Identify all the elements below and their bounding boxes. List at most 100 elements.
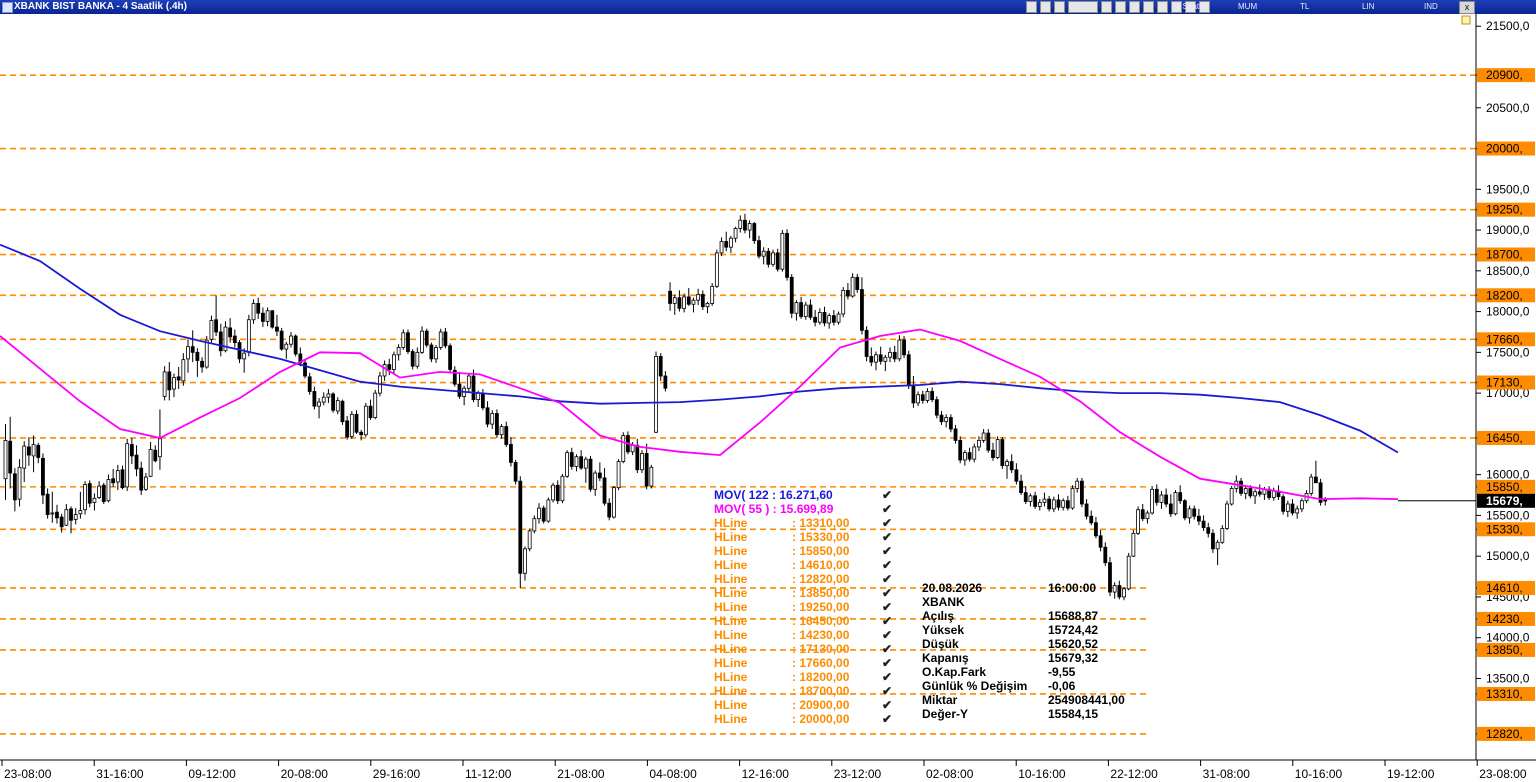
candle-down (471, 375, 476, 401)
candle-down (869, 356, 874, 363)
candle-up (242, 352, 247, 360)
candle-up (499, 426, 504, 436)
check-icon: ✔ (882, 516, 892, 530)
candle-up (780, 232, 785, 270)
candle-down (743, 219, 747, 231)
info-value: 16:00:00 (1048, 581, 1096, 595)
legend-hline-name: HLine (714, 558, 748, 572)
candle-down (813, 316, 818, 323)
legend-hline-value: : 17130,00 (792, 642, 850, 656)
candle-down (808, 304, 813, 318)
candle-down (1140, 509, 1145, 520)
candle-down (860, 289, 864, 331)
candle-down (1239, 480, 1243, 494)
series-line-mov55 (0, 328, 1399, 501)
candle-down (1117, 585, 1122, 598)
candle-up (186, 346, 190, 360)
candle-up (888, 351, 892, 358)
time-tick-label: 12-16:00 (742, 767, 790, 781)
candle-down (878, 354, 883, 362)
legend-hline-value: : 17660,00 (792, 656, 850, 670)
candle-down (111, 478, 116, 484)
candle-down (340, 400, 345, 423)
candle-up (714, 252, 719, 287)
candle-up (1215, 541, 1220, 550)
candle-up (1159, 494, 1164, 503)
candle-up (995, 439, 1000, 458)
candle-down (167, 371, 172, 391)
candle-down (930, 391, 935, 401)
candle-down (345, 420, 350, 438)
candle-up (289, 335, 293, 345)
legend-hline-name: HLine (714, 656, 748, 670)
candle-down (1089, 515, 1094, 524)
time-tick-label: 21-08:00 (557, 767, 605, 781)
candle-down (26, 446, 31, 456)
candle-down (359, 431, 364, 436)
candle-down (368, 405, 373, 418)
candle-up (817, 311, 822, 323)
price-tick-label: 14610, (1486, 581, 1523, 595)
candle-up (1285, 503, 1290, 512)
candle-down (607, 502, 612, 518)
candle-down (588, 458, 593, 490)
legend-hline-value: : 13850,00 (792, 586, 850, 600)
candle-down (1014, 469, 1019, 482)
candle-up (83, 484, 87, 511)
candle-up (738, 219, 743, 229)
candle-down (757, 240, 761, 257)
candle-down (69, 508, 73, 521)
candle-up (977, 440, 981, 448)
candle-down (279, 330, 284, 350)
candle-up (719, 241, 724, 254)
candle-down (986, 432, 991, 451)
candle-down (129, 444, 134, 457)
price-tick-label: 17660, (1486, 332, 1523, 346)
price-tick-label: 18500,0 (1486, 264, 1530, 278)
check-icon: ✔ (882, 628, 892, 642)
candle-up (284, 343, 289, 350)
candle-up (392, 354, 396, 370)
candle-up (321, 396, 326, 403)
candle-up (92, 497, 97, 503)
info-value: 15724,42 (1048, 623, 1098, 637)
legend-hline-name: HLine (714, 600, 748, 614)
time-tick-label: 02-08:00 (926, 767, 974, 781)
time-tick-label: 23-08:00 (1479, 767, 1527, 781)
candle-up (3, 440, 8, 480)
time-tick-label: 29-16:00 (373, 767, 421, 781)
candle-up (420, 330, 424, 353)
time-tick-label: 09-12:00 (188, 767, 236, 781)
candle-up (1229, 488, 1234, 505)
candle-up (771, 252, 775, 265)
candle-down (214, 319, 219, 333)
candle-up (125, 443, 130, 488)
time-tick-label: 23-12:00 (834, 767, 882, 781)
price-tick-label: 15500,0 (1486, 508, 1530, 522)
legend-hline-name: HLine (714, 572, 748, 586)
candle-up (143, 476, 148, 490)
candle-down (1178, 492, 1183, 502)
candle-up (630, 444, 635, 453)
time-tick-label: 10-16:00 (1018, 767, 1066, 781)
candle-up (916, 394, 920, 404)
indicator-legend: MOV( 122 : 16.271,60 ✔ MOV( 55 ) : 15.699,… (714, 488, 892, 726)
candle-down (275, 326, 279, 332)
price-chart[interactable]: MOV( 122 : 16.271,60 ✔ MOV( 55 ) : 15.699,… (0, 0, 1536, 782)
legend-hline-name: HLine (714, 642, 748, 656)
candle-up (612, 487, 616, 518)
time-tick-label: 31-08:00 (1203, 767, 1251, 781)
info-label: Miktar (922, 693, 958, 707)
candle-up (1243, 488, 1248, 494)
check-icon: ✔ (882, 572, 892, 586)
check-icon: ✔ (882, 600, 892, 614)
candle-up (396, 347, 401, 356)
candle-up (1005, 461, 1009, 467)
candle-down (1182, 500, 1187, 519)
legend-hline-name: HLine (714, 530, 748, 544)
candle-down (1206, 527, 1211, 534)
candle-down (541, 507, 546, 522)
candle-up (691, 299, 696, 305)
candle-down (1197, 515, 1201, 522)
candle-down (153, 449, 158, 462)
